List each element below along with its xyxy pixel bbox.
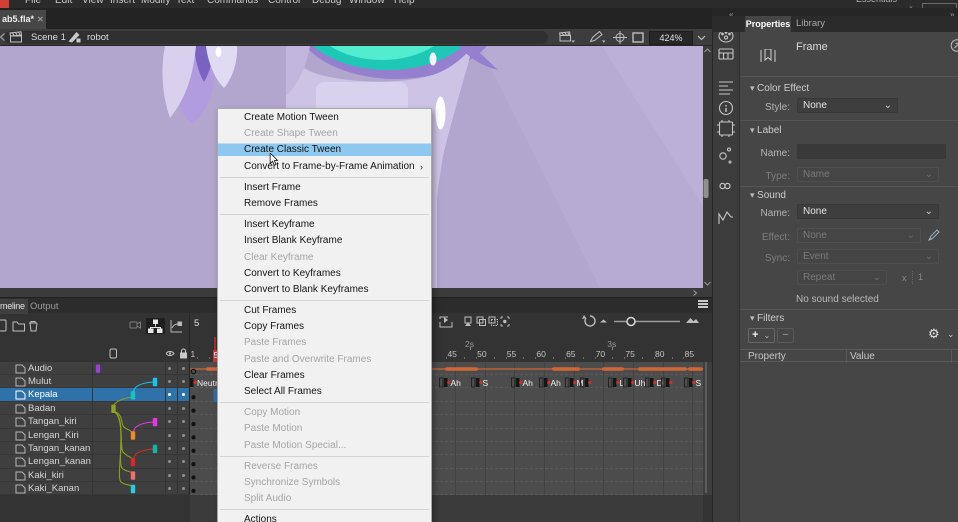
svg-text:Ah: Ah bbox=[551, 378, 562, 388]
svg-text:Ah: Ah bbox=[451, 378, 462, 388]
svg-text:Neutr: Neutr bbox=[197, 378, 218, 388]
svg-text:S: S bbox=[696, 378, 702, 388]
svg-text:Uh: Uh bbox=[635, 378, 646, 388]
svg-text:Ah: Ah bbox=[523, 378, 534, 388]
svg-text:S: S bbox=[483, 378, 489, 388]
